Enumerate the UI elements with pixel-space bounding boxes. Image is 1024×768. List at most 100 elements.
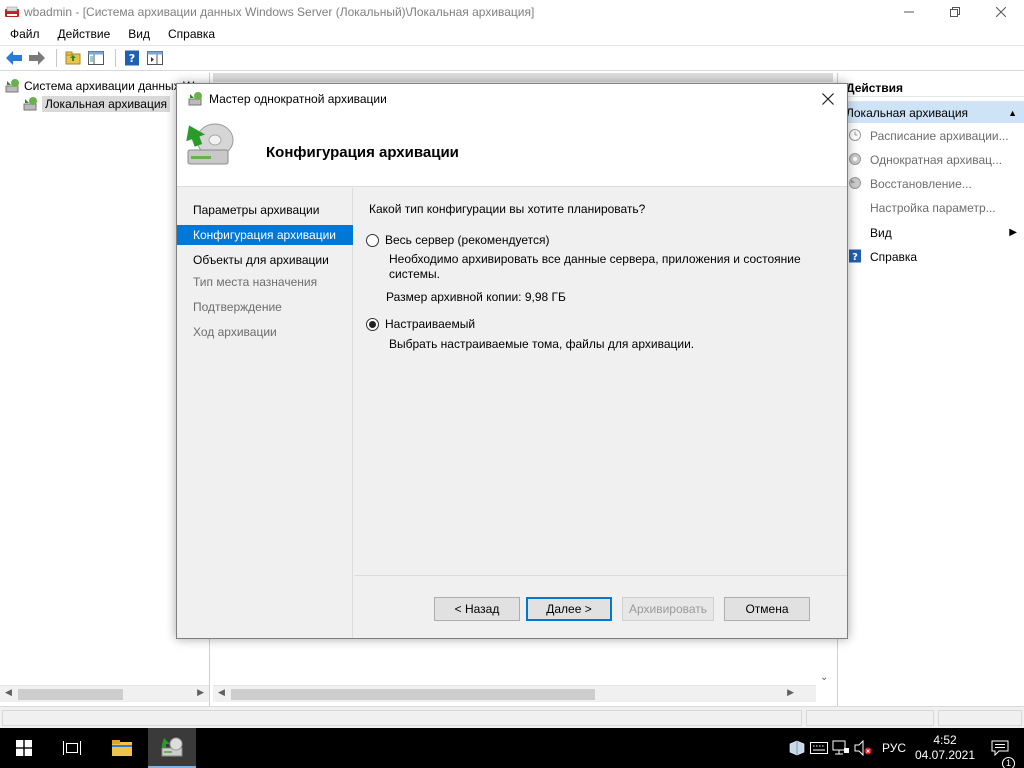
full-server-radio[interactable] [366, 233, 379, 247]
status-bar [0, 706, 1024, 728]
scroll-right-icon[interactable]: ▶ [197, 687, 204, 698]
task-view-icon [63, 741, 81, 755]
toolbar-separator [115, 49, 116, 67]
backup-size-text: Размер архивной копии: 9,98 ГБ [386, 290, 566, 304]
step-destination-type: Тип места назначения [193, 275, 318, 289]
folder-up-icon [65, 51, 81, 65]
action-view[interactable]: Вид ▶ [838, 221, 1024, 245]
wbadmin-taskbar-button[interactable] [148, 728, 196, 768]
show-hide-actions-button[interactable] [145, 48, 165, 68]
start-button[interactable] [0, 728, 48, 768]
actions-section-label: Локальная архивация [846, 106, 969, 120]
clock-time: 4:52 [933, 733, 957, 747]
scroll-left-icon[interactable]: ◀ [218, 687, 225, 698]
tree-hscroll-thumb[interactable] [18, 689, 123, 700]
scroll-left-icon[interactable]: ◀ [5, 687, 12, 698]
action-pane-icon [147, 51, 163, 65]
menu-view[interactable]: Вид [118, 27, 158, 41]
menu-action[interactable]: Действие [48, 27, 119, 41]
toolbar: ? [0, 45, 1024, 71]
status-segment [2, 710, 802, 726]
wizard-content: Какой тип конфигурации вы хотите планиро… [354, 188, 847, 575]
input-language-indicator[interactable]: РУС [882, 741, 906, 755]
close-icon [822, 93, 834, 105]
help-toolbar-button[interactable]: ? [122, 48, 142, 68]
action-label: Восстановление... [870, 177, 972, 191]
tree-item-local-backup[interactable]: Локальная архивация [22, 95, 171, 113]
custom-description: Выбрать настраиваемые тома, файлы для ар… [389, 337, 695, 351]
step-backup-options[interactable]: Параметры архивации [177, 200, 353, 220]
wizard-titlebar: Мастер однократной архивации [177, 84, 847, 114]
network-icon [832, 740, 849, 755]
scroll-right-icon[interactable]: ▶ [787, 687, 794, 698]
actions-section-header[interactable]: Локальная архивация ▲ [838, 101, 1024, 123]
backup-app-icon [161, 737, 183, 757]
backup-drive-icon [186, 123, 234, 165]
action-label: Справка [870, 250, 918, 264]
notifications-button[interactable]: 1 [976, 737, 1024, 768]
system-tray: РУС 4:52 04.07.2021 1 [786, 728, 1024, 768]
result-pane-header [213, 73, 833, 82]
action-backup-schedule[interactable]: Расписание архивации... [838, 124, 1024, 148]
wizard-title: Мастер однократной архивации [209, 92, 387, 106]
keyboard-icon [809, 742, 828, 754]
action-backup-once[interactable]: Однократная архивац... [838, 148, 1024, 172]
window-title: wbadmin - [Система архивации данных Wind… [24, 5, 535, 19]
menu-file[interactable]: Файл [0, 27, 48, 41]
tree-item-root[interactable]: Система архивации данных W [4, 77, 194, 95]
backup-once-wizard: Мастер однократной архивации Конфигураци… [176, 83, 848, 639]
folder-icon [112, 740, 132, 756]
windows-logo-icon [16, 740, 32, 756]
arrow-right-icon [29, 51, 45, 65]
full-server-label: Весь сервер (рекомендуется) [385, 233, 550, 247]
toolbar-separator [56, 49, 57, 67]
back-toolbar-button[interactable] [4, 48, 24, 68]
action-performance-settings[interactable]: Настройка параметр... [838, 196, 1024, 220]
clock[interactable]: 4:52 04.07.2021 [914, 733, 976, 763]
back-button[interactable]: < Назад [434, 597, 520, 621]
console-tree-icon [88, 51, 104, 65]
step-select-items[interactable]: Объекты для архивации [177, 250, 353, 270]
cancel-button[interactable]: Отмена [724, 597, 810, 621]
option-custom[interactable]: Настраиваемый [366, 317, 475, 331]
actions-title: Действия [838, 79, 1024, 97]
wizard-header: Конфигурация архивации [177, 114, 847, 187]
actions-pane: Действия Локальная архивация ▲ Расписани… [837, 73, 1024, 706]
collapse-triangle-icon[interactable]: ▲ [1008, 102, 1017, 124]
forward-toolbar-button[interactable] [27, 48, 47, 68]
step-backup-progress: Ход архивации [193, 325, 277, 339]
result-hscrollbar[interactable]: ◀ ▶ [213, 685, 816, 702]
up-folder-button[interactable] [63, 48, 83, 68]
menu-bar: Файл Действие Вид Справка [0, 24, 1024, 44]
next-button[interactable]: Далее > [526, 597, 612, 621]
menu-help[interactable]: Справка [158, 27, 223, 41]
wizard-backup-icon [188, 92, 202, 106]
scroll-down-icon[interactable]: ⌄ [820, 672, 828, 683]
tray-action-center-flag[interactable] [808, 737, 830, 759]
file-explorer-button[interactable] [98, 728, 146, 768]
tray-server-manager[interactable] [786, 737, 808, 759]
minimize-button[interactable] [886, 0, 932, 24]
tree-hscrollbar[interactable]: ◀ ▶ [0, 685, 209, 702]
svg-text:?: ? [852, 252, 858, 263]
wizard-close-button[interactable] [817, 88, 839, 110]
show-hide-tree-button[interactable] [86, 48, 106, 68]
tray-network[interactable] [830, 737, 852, 759]
wbadmin-icon [5, 6, 19, 17]
task-view-button[interactable] [48, 728, 96, 768]
tray-volume[interactable] [852, 737, 874, 759]
result-hscroll-thumb[interactable] [231, 689, 595, 700]
option-full-server[interactable]: Весь сервер (рекомендуется) [366, 233, 549, 247]
tree-root-label: Система архивации данных W [24, 79, 195, 93]
status-segment [806, 710, 934, 726]
action-help[interactable]: ? Справка [838, 245, 1024, 269]
action-label: Вид [870, 226, 892, 240]
custom-radio[interactable] [366, 317, 379, 331]
restore-button[interactable] [932, 0, 978, 24]
close-window-button[interactable] [978, 0, 1024, 24]
server-manager-icon [789, 740, 805, 756]
step-backup-configuration[interactable]: Конфигурация архивации [177, 225, 353, 245]
notification-count-badge: 1 [1002, 757, 1015, 768]
action-recover[interactable]: Восстановление... [838, 172, 1024, 196]
local-backup-icon [23, 97, 37, 111]
